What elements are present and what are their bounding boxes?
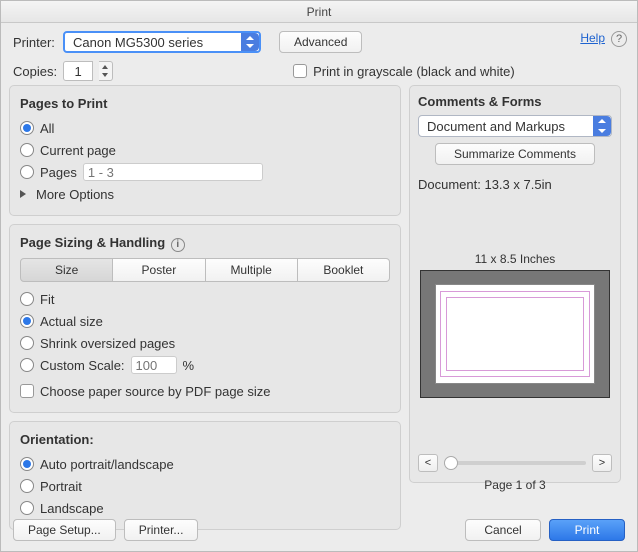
fit-radio[interactable] — [20, 292, 34, 306]
copies-stepper[interactable] — [99, 61, 113, 81]
printer-button[interactable]: Printer... — [124, 519, 199, 541]
print-button[interactable]: Print — [549, 519, 625, 541]
shrink-radio[interactable] — [20, 336, 34, 350]
window-title: Print — [1, 1, 637, 23]
tab-multiple[interactable]: Multiple — [206, 258, 298, 282]
actual-label: Actual size — [40, 314, 103, 329]
comments-value: Document and Markups — [427, 119, 565, 134]
pages-current-label: Current page — [40, 143, 116, 158]
more-options[interactable]: More Options — [36, 187, 114, 202]
actual-radio[interactable] — [20, 314, 34, 328]
printer-label: Printer: — [13, 35, 57, 50]
paper-source-label: Choose paper source by PDF page size — [40, 384, 271, 399]
document-dimensions: Document: 13.3 x 7.5in — [418, 177, 612, 192]
pages-range-radio[interactable] — [20, 165, 34, 179]
preview-page-icon — [435, 284, 595, 385]
pages-current-radio[interactable] — [20, 143, 34, 157]
orient-auto-radio[interactable] — [20, 457, 34, 471]
page-indicator: Page 1 of 3 — [418, 478, 612, 492]
tab-booklet[interactable]: Booklet — [298, 258, 390, 282]
pages-range-input[interactable] — [83, 163, 263, 181]
page-setup-button[interactable]: Page Setup... — [13, 519, 116, 541]
printer-select[interactable]: Canon MG5300 series — [63, 31, 261, 53]
pages-range-label: Pages — [40, 165, 77, 180]
help-icon[interactable]: ? — [611, 31, 627, 47]
grayscale-label: Print in grayscale (black and white) — [313, 64, 515, 79]
next-page-button[interactable]: > — [592, 454, 612, 472]
grayscale-checkbox[interactable] — [293, 64, 307, 78]
advanced-button[interactable]: Advanced — [279, 31, 362, 53]
summarize-button[interactable]: Summarize Comments — [435, 143, 595, 165]
sizing-title: Page Sizing & Handling i — [20, 235, 390, 252]
page-preview — [420, 270, 610, 398]
copies-input[interactable] — [63, 61, 93, 81]
help-link[interactable]: Help — [580, 31, 605, 45]
orient-portrait-label: Portrait — [40, 479, 82, 494]
page-slider[interactable] — [444, 461, 586, 465]
orientation-title: Orientation: — [20, 432, 390, 447]
comments-panel: Comments & Forms Document and Markups Su… — [409, 85, 621, 483]
custom-radio[interactable] — [20, 358, 34, 372]
pages-title: Pages to Print — [20, 96, 390, 111]
chevron-updown-icon — [593, 116, 611, 136]
cancel-button[interactable]: Cancel — [465, 519, 541, 541]
sizing-tabs: Size Poster Multiple Booklet — [20, 258, 390, 282]
pages-to-print-panel: Pages to Print All Current page Pages Mo… — [9, 85, 401, 216]
custom-scale-input[interactable] — [131, 356, 177, 374]
custom-label: Custom Scale: — [40, 358, 125, 373]
tab-poster[interactable]: Poster — [113, 258, 205, 282]
disclosure-triangle-icon[interactable] — [20, 190, 26, 198]
paper-source-checkbox[interactable] — [20, 384, 34, 398]
fit-label: Fit — [40, 292, 54, 307]
pages-all-radio[interactable] — [20, 121, 34, 135]
custom-suffix: % — [183, 358, 195, 373]
info-icon[interactable]: i — [171, 238, 185, 252]
orient-landscape-radio[interactable] — [20, 501, 34, 515]
preview-dimensions: 11 x 8.5 Inches — [418, 252, 612, 266]
orient-portrait-radio[interactable] — [20, 479, 34, 493]
orient-landscape-label: Landscape — [40, 501, 104, 516]
shrink-label: Shrink oversized pages — [40, 336, 175, 351]
chevron-updown-icon — [241, 33, 259, 51]
comments-select[interactable]: Document and Markups — [418, 115, 612, 137]
pages-all-label: All — [40, 121, 54, 136]
comments-title: Comments & Forms — [418, 94, 612, 109]
copies-label: Copies: — [13, 64, 57, 79]
sizing-panel: Page Sizing & Handling i Size Poster Mul… — [9, 224, 401, 413]
slider-thumb[interactable] — [444, 456, 458, 470]
orientation-panel: Orientation: Auto portrait/landscape Por… — [9, 421, 401, 530]
tab-size[interactable]: Size — [20, 258, 113, 282]
orient-auto-label: Auto portrait/landscape — [40, 457, 174, 472]
prev-page-button[interactable]: < — [418, 454, 438, 472]
printer-value: Canon MG5300 series — [73, 35, 203, 50]
